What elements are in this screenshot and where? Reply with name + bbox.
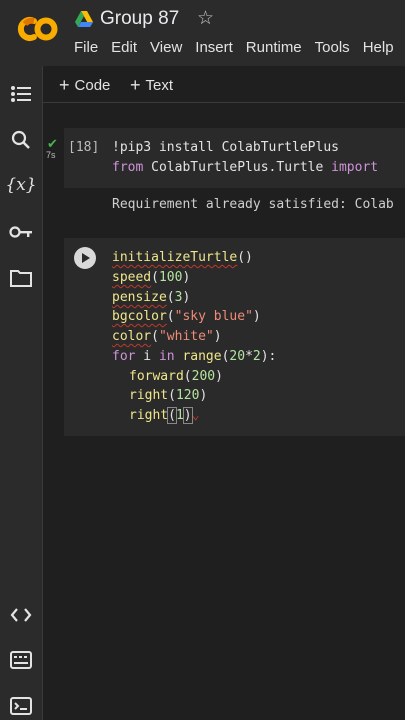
code-token: for xyxy=(112,349,136,364)
code-token: in xyxy=(158,349,175,364)
code-token: "white" xyxy=(158,329,214,344)
code-line: initializeTurtle() xyxy=(112,250,253,265)
terminal-icon[interactable] xyxy=(9,694,33,718)
plus-icon: + xyxy=(59,75,70,95)
code-token: 120 xyxy=(175,388,200,403)
code-token: forward xyxy=(129,369,184,384)
code-token: "sky blue" xyxy=(174,309,253,324)
error-squiggle-icon: ⌄ xyxy=(191,408,200,423)
star-icon[interactable]: ☆ xyxy=(197,7,214,30)
code-cell-pip-install[interactable] xyxy=(64,128,405,188)
code-token: () xyxy=(237,250,253,265)
variables-icon[interactable]: {x} xyxy=(5,173,36,197)
code-token: 20 xyxy=(229,349,246,364)
cell-output: Requirement already satisfied: Colab xyxy=(112,197,394,212)
add-text-label: Text xyxy=(145,77,174,94)
add-text-cell-button[interactable]: + Text xyxy=(130,74,173,95)
keyword-from: from xyxy=(112,160,144,175)
menu-tools[interactable]: Tools xyxy=(315,39,350,56)
code-token: speed xyxy=(112,270,152,285)
run-cell-button[interactable] xyxy=(74,247,96,269)
table-of-contents-icon[interactable] xyxy=(9,82,33,106)
menu-view[interactable]: View xyxy=(150,39,182,56)
code-line: bgcolor("sky blue") xyxy=(112,309,261,324)
code-token: initializeTurtle xyxy=(112,250,238,265)
code-line: color("white") xyxy=(112,329,222,344)
app-header: Group 87 ☆ File Edit View Insert Runtime Tool… xyxy=(0,0,405,66)
code-snippets-icon[interactable] xyxy=(9,603,33,627)
notebook-title[interactable]: Group 87 xyxy=(100,8,179,30)
code-token: right xyxy=(129,408,169,423)
menu-edit[interactable]: Edit xyxy=(111,39,137,56)
add-code-label: Code xyxy=(74,77,111,94)
code-token: 200 xyxy=(191,369,216,384)
menu-help[interactable]: Help xyxy=(363,39,394,56)
code-line: for i in range(20*2): xyxy=(112,349,277,364)
keyword-import: import xyxy=(331,160,379,175)
code-line: forward(200) xyxy=(129,369,223,384)
add-code-cell-button[interactable]: + Code xyxy=(59,74,110,95)
code-line: from ColabTurtlePlus.Turtle import xyxy=(112,160,378,175)
code-token: range xyxy=(174,349,222,364)
code-token: right xyxy=(129,388,169,403)
code-token: pensize xyxy=(112,290,167,305)
pip-command: !pip3 install ColabTurtlePlus xyxy=(112,140,339,155)
colab-logo-icon[interactable] xyxy=(14,12,60,46)
menu-runtime[interactable]: Runtime xyxy=(246,39,302,56)
notebook-toolbar: + Code + Text xyxy=(43,66,405,103)
menu-insert[interactable]: Insert xyxy=(195,39,233,56)
search-icon[interactable] xyxy=(9,128,33,152)
code-line: speed(100) xyxy=(112,270,191,285)
module-name: ColabTurtlePlus.Turtle xyxy=(143,160,332,175)
code-line: pensize(3) xyxy=(112,290,191,305)
menu-file[interactable]: File xyxy=(74,39,98,56)
code-token: 1 xyxy=(175,408,184,423)
code-line: right(1)⌄ xyxy=(129,407,200,424)
code-token: 2 xyxy=(252,349,261,364)
code-line: !pip3 install ColabTurtlePlus xyxy=(112,140,339,155)
code-token: i xyxy=(135,349,159,364)
command-palette-icon[interactable] xyxy=(9,648,33,672)
code-token: color xyxy=(112,329,152,344)
secrets-key-icon[interactable] xyxy=(9,220,33,244)
files-folder-icon[interactable] xyxy=(9,266,33,290)
execution-time: 7s xyxy=(46,150,56,160)
plus-icon: + xyxy=(130,75,141,95)
code-token: 100 xyxy=(158,270,183,285)
drive-icon xyxy=(75,11,93,27)
left-sidebar: {x} xyxy=(0,66,43,720)
execution-count: [18] xyxy=(68,140,100,155)
code-line: right(120) xyxy=(129,388,208,403)
menu-bar: File Edit View Insert Runtime Tools Help xyxy=(74,39,405,59)
code-token: bgcolor xyxy=(112,309,167,324)
